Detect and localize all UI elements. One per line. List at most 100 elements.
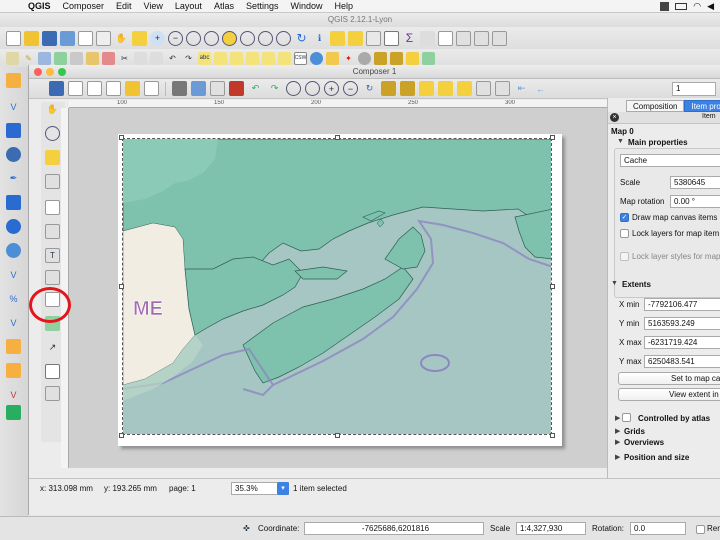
label-pin-icon[interactable]	[230, 51, 243, 65]
save-edits-icon[interactable]	[38, 51, 51, 65]
menu-edit[interactable]: Edit	[110, 1, 138, 11]
add-oracle-layer-icon[interactable]	[6, 219, 21, 234]
csw-icon[interactable]: CSW	[294, 51, 307, 65]
plugin-rect-icon[interactable]	[406, 51, 419, 65]
redo-icon[interactable]: ↷	[267, 81, 282, 96]
move-item-content-icon[interactable]	[45, 174, 60, 189]
atlas-first-icon[interactable]: ⇤	[514, 81, 529, 96]
map-tips-icon[interactable]	[438, 30, 453, 46]
wifi-icon[interactable]: ◠	[693, 1, 701, 12]
rotation-status-input[interactable]: 0.0	[630, 522, 686, 535]
resize-handle-s[interactable]	[335, 433, 340, 438]
current-edits-icon[interactable]	[6, 51, 19, 65]
expand-atlas-icon[interactable]: ▶	[615, 414, 620, 422]
overviews-section-label[interactable]: Overviews	[624, 438, 664, 447]
save-as-icon[interactable]	[60, 30, 75, 46]
view-extent-button[interactable]: View extent in	[618, 388, 720, 401]
plugin-lock2-icon[interactable]	[390, 51, 403, 65]
unlock-items-icon[interactable]	[400, 81, 415, 96]
label-tool-icon[interactable]	[214, 51, 227, 65]
canada-flag-icon[interactable]: ✦	[342, 52, 355, 65]
add-html-frame-icon[interactable]	[45, 386, 60, 401]
group-items-icon[interactable]	[419, 81, 434, 96]
pan-icon[interactable]: ✋	[114, 31, 129, 46]
add-wfs-layer-icon[interactable]: %	[6, 291, 21, 306]
expand-overviews-icon[interactable]: ▶	[615, 438, 620, 446]
export-pdf-icon[interactable]	[229, 81, 244, 96]
render-checkbox[interactable]	[696, 525, 705, 534]
close-window-icon[interactable]	[34, 68, 42, 76]
menu-atlas[interactable]: Atlas	[208, 1, 240, 11]
volume-icon[interactable]: ◀	[707, 1, 714, 12]
pan-to-selection-icon[interactable]	[132, 30, 147, 46]
composer-canvas[interactable]: ME	[69, 108, 607, 468]
toggle-editing-icon[interactable]: ✎	[22, 52, 35, 65]
xmax-input[interactable]: -6231719.424	[644, 336, 720, 349]
minimize-window-icon[interactable]	[46, 68, 54, 76]
redo-icon[interactable]: ↷	[182, 52, 195, 65]
attribute-table-icon[interactable]	[384, 30, 399, 46]
undo-icon[interactable]: ↶	[248, 81, 263, 96]
composer-zoom-in-icon[interactable]: +	[324, 81, 339, 96]
move-feature-icon[interactable]	[70, 51, 83, 65]
resize-handle-ne[interactable]	[550, 135, 555, 140]
atlas-section-label[interactable]: Controlled by atlas	[638, 414, 710, 423]
composer-refresh-icon[interactable]: ↻	[362, 81, 377, 96]
composer-new-icon[interactable]	[68, 81, 83, 96]
identify-icon[interactable]: ℹ	[312, 31, 327, 46]
pan-composer-icon[interactable]: ✋	[45, 102, 60, 117]
main-properties-title[interactable]: Main properties	[628, 138, 688, 147]
map-rotation-input[interactable]: 0.00 °	[670, 195, 720, 208]
tab-item-properties[interactable]: Item pro	[684, 100, 720, 112]
python-console-icon[interactable]	[326, 51, 339, 65]
new-shapefile-icon[interactable]	[6, 339, 21, 354]
menu-layout[interactable]: Layout	[169, 1, 208, 11]
zoom-tool-icon[interactable]	[45, 126, 60, 141]
label-abc-icon[interactable]: abc	[198, 51, 211, 65]
composer-save-icon[interactable]	[49, 81, 64, 96]
menu-help[interactable]: Help	[329, 1, 360, 11]
select-features-icon[interactable]	[330, 30, 345, 46]
new-composer-icon[interactable]	[78, 30, 93, 46]
add-legend-icon[interactable]	[45, 270, 60, 285]
resize-handle-e[interactable]	[550, 284, 555, 289]
text-annotation-icon[interactable]	[492, 30, 507, 46]
delete-selected-icon[interactable]	[102, 51, 115, 65]
ungroup-items-icon[interactable]	[438, 81, 453, 96]
zoom-full-icon[interactable]	[204, 30, 219, 46]
add-virtual-layer-icon[interactable]	[6, 405, 21, 420]
add-spatialite-layer-icon[interactable]: ✒	[6, 171, 21, 186]
resize-handle-se[interactable]	[550, 433, 555, 438]
copy-features-icon[interactable]	[134, 51, 147, 65]
label-move-icon[interactable]	[246, 51, 259, 65]
paste-features-icon[interactable]	[150, 51, 163, 65]
lock-items-icon[interactable]	[381, 81, 396, 96]
position-section-label[interactable]: Position and size	[624, 453, 689, 462]
refresh-icon[interactable]: ↻	[294, 31, 309, 46]
add-arrow-icon[interactable]: ↗	[45, 340, 60, 355]
add-raster-layer-icon[interactable]	[6, 123, 21, 138]
open-project-icon[interactable]	[24, 30, 39, 46]
menu-view[interactable]: View	[138, 1, 169, 11]
set-to-map-extent-button[interactable]: Set to map ca	[618, 372, 720, 385]
add-label-icon[interactable]: T	[45, 248, 60, 263]
atlas-page-spinbox[interactable]: 1	[672, 81, 716, 96]
resize-handle-nw[interactable]	[119, 135, 124, 140]
composer-zoom-out-icon[interactable]: −	[343, 81, 358, 96]
add-wcs-layer-icon[interactable]: V	[6, 267, 21, 282]
scale-status-input[interactable]: 1:4,327,930	[516, 522, 586, 535]
dropbox-icon[interactable]	[660, 1, 670, 11]
xmin-input[interactable]: -7792106.477	[644, 298, 720, 311]
expand-grids-icon[interactable]: ▶	[615, 427, 620, 435]
plugin-globe-icon[interactable]	[310, 51, 323, 65]
add-postgis-layer-icon[interactable]	[6, 147, 21, 162]
print-icon[interactable]	[172, 81, 187, 96]
lock-layers-checkbox[interactable]	[620, 229, 629, 238]
coordinate-input[interactable]: -7625686,6201816	[304, 522, 484, 535]
draw-canvas-checkbox[interactable]: ✓	[620, 213, 629, 222]
new-spatialite-icon[interactable]	[6, 363, 21, 378]
zoom-dropdown-icon[interactable]: ▾	[277, 482, 289, 495]
grids-section-label[interactable]: Grids	[624, 427, 645, 436]
lock-styles-checkbox[interactable]	[620, 252, 629, 261]
atlas-preview-icon[interactable]	[495, 81, 510, 96]
